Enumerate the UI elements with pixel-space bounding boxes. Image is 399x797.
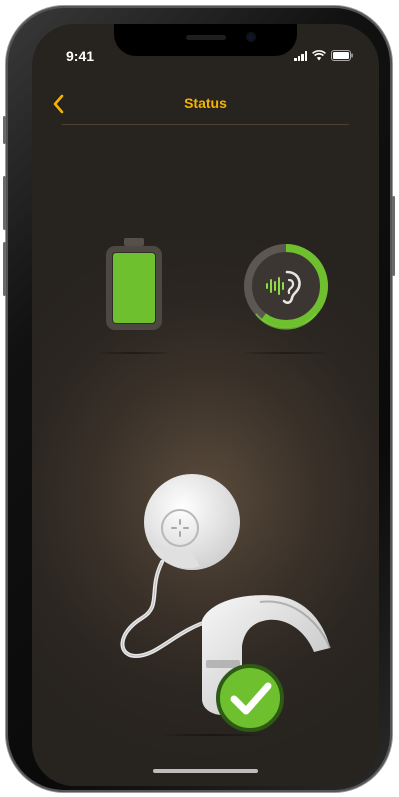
battery-icon	[106, 238, 162, 330]
home-indicator[interactable]	[153, 769, 258, 773]
status-icons	[294, 50, 353, 61]
battery-status-icon	[331, 50, 353, 61]
front-camera	[246, 32, 256, 42]
status-time: 9:41	[66, 48, 95, 64]
coil-magnet	[144, 474, 240, 570]
sound-signal-ring	[244, 244, 328, 330]
sound-processor-illustration	[120, 474, 331, 732]
volume-up-button	[3, 176, 6, 230]
power-button	[392, 196, 395, 276]
volume-down-button	[3, 242, 6, 296]
device-shadow	[162, 734, 262, 736]
coil-cable	[120, 560, 214, 659]
nav-divider	[62, 124, 349, 125]
notch	[114, 24, 297, 56]
phone-frame: 9:41 Status	[3, 6, 395, 792]
mute-switch	[3, 116, 6, 144]
speaker-grille	[186, 35, 226, 40]
cellular-signal-icon	[294, 51, 307, 61]
ring-shadow	[244, 352, 328, 354]
battery-shadow	[98, 352, 170, 354]
wifi-icon	[312, 50, 326, 61]
page-title: Status	[184, 95, 227, 111]
app-screen: 9:41 Status	[32, 24, 379, 786]
nav-bar: Status	[32, 88, 379, 124]
checkmark-icon	[216, 664, 284, 732]
battery-level-fill	[113, 253, 155, 323]
